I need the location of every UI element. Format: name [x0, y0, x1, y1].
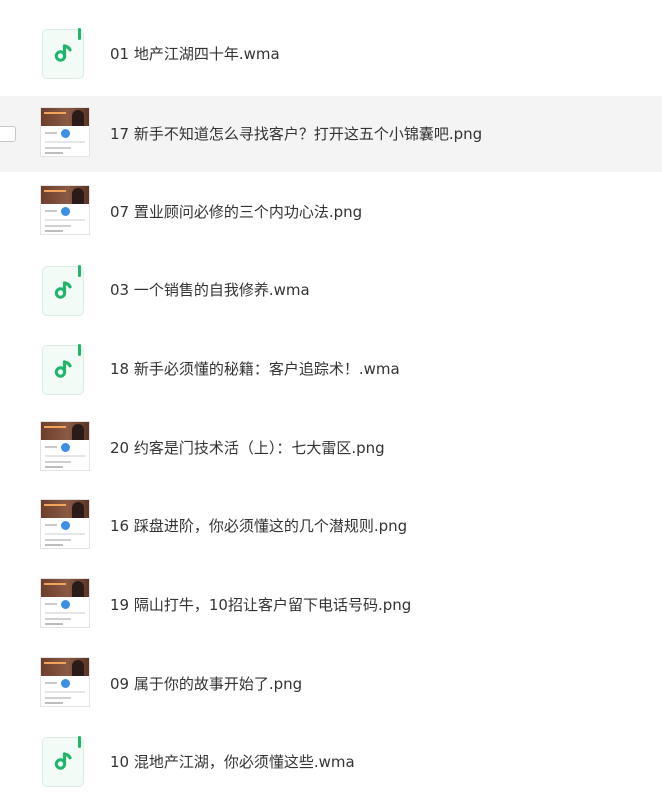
thumbnail-avatar-dot [61, 600, 70, 609]
thumbnail-text-line [45, 455, 85, 457]
audio-file-thumbnail [42, 28, 84, 79]
thumbnail-text-line [45, 524, 57, 526]
file-name[interactable]: 16 踩盘进阶，你必须懂这的几个潜规则.png [110, 488, 407, 564]
thumbnail-text-line [45, 152, 63, 154]
thumbnail-text-line [45, 147, 71, 149]
audio-file-thumbnail [42, 344, 84, 395]
music-note-icon [54, 44, 72, 62]
file-row[interactable]: 20 约客是门技术活（上）：七大雷区.png [0, 410, 662, 486]
file-corner-accent [78, 344, 81, 356]
file-corner-accent [78, 28, 81, 40]
file-row[interactable]: 09 属于你的故事开始了.png [0, 646, 662, 722]
file-name[interactable]: 03 一个销售的自我修养.wma [110, 252, 310, 328]
thumbnail-text-line [45, 219, 85, 221]
thumbnail-title-line [44, 583, 66, 585]
thumbnail-text-line [45, 682, 57, 684]
thumbnail-avatar-dot [61, 521, 70, 530]
thumbnail-text-line [45, 539, 71, 541]
audio-file-thumbnail [42, 265, 84, 316]
image-thumbnail [40, 657, 90, 707]
thumbnail-text-line [45, 691, 85, 693]
music-note-icon [54, 752, 72, 770]
file-name[interactable]: 18 新手必须懂的秘籍：客户追踪术！.wma [110, 331, 400, 407]
thumbnail-title-line [44, 112, 66, 114]
thumbnail-text-line [45, 230, 63, 232]
file-list: 01 地产江湖四十年.wma 17 新手不知道怎么寻找客户？打开这五个小锦囊吧.… [0, 0, 662, 800]
thumbnail-text-line [45, 466, 63, 468]
file-name[interactable]: 19 隔山打牛，10招让客户留下电话号码.png [110, 567, 411, 643]
thumbnail-banner [41, 579, 89, 597]
file-name[interactable]: 09 属于你的故事开始了.png [110, 646, 302, 722]
image-thumbnail [40, 421, 90, 471]
thumbnail-avatar-dot [61, 129, 70, 138]
thumbnail-text-line [45, 702, 63, 704]
file-row[interactable]: 16 踩盘进阶，你必须懂这的几个潜规则.png [0, 488, 662, 564]
thumbnail-banner [41, 186, 89, 204]
thumbnail-text-line [45, 618, 71, 620]
file-row[interactable]: 10 混地产江湖，你必须懂这些.wma [0, 724, 662, 800]
thumbnail-avatar-dot [61, 207, 70, 216]
file-row[interactable]: 03 一个销售的自我修养.wma [0, 252, 662, 328]
file-corner-accent [78, 736, 81, 748]
file-row[interactable]: 01 地产江湖四十年.wma [0, 16, 662, 92]
thumbnail-text-line [45, 141, 85, 143]
thumbnail-text-line [45, 612, 85, 614]
thumbnail-title-line [44, 190, 66, 192]
row-checkbox[interactable] [0, 126, 16, 142]
thumbnail-banner [41, 500, 89, 518]
thumbnail-banner [41, 108, 89, 126]
thumbnail-text-line [45, 210, 57, 212]
thumbnail-text-line [45, 132, 57, 134]
thumbnail-text-line [45, 461, 71, 463]
image-thumbnail [40, 107, 90, 157]
music-note-icon [54, 281, 72, 299]
thumbnail-text-line [45, 603, 57, 605]
file-row[interactable]: 19 隔山打牛，10招让客户留下电话号码.png [0, 567, 662, 643]
image-thumbnail [40, 578, 90, 628]
file-row[interactable]: 07 置业顾问必修的三个内功心法.png [0, 174, 662, 250]
file-name[interactable]: 07 置业顾问必修的三个内功心法.png [110, 174, 362, 250]
thumbnail-text-line [45, 697, 71, 699]
thumbnail-title-line [44, 504, 66, 506]
thumbnail-text-line [45, 544, 63, 546]
thumbnail-avatar-dot [61, 679, 70, 688]
thumbnail-text-line [45, 533, 85, 535]
file-name[interactable]: 20 约客是门技术活（上）：七大雷区.png [110, 410, 385, 486]
file-corner-accent [78, 265, 81, 277]
audio-file-thumbnail [42, 736, 84, 787]
thumbnail-text-line [45, 446, 57, 448]
file-name[interactable]: 17 新手不知道怎么寻找客户？打开这五个小锦囊吧.png [110, 96, 482, 172]
thumbnail-banner [41, 658, 89, 676]
file-row[interactable]: 18 新手必须懂的秘籍：客户追踪术！.wma [0, 331, 662, 407]
thumbnail-title-line [44, 426, 66, 428]
image-thumbnail [40, 499, 90, 549]
file-row-selected[interactable]: 17 新手不知道怎么寻找客户？打开这五个小锦囊吧.png [0, 96, 662, 172]
thumbnail-title-line [44, 662, 66, 664]
thumbnail-avatar-dot [61, 443, 70, 452]
thumbnail-banner [41, 422, 89, 440]
file-name[interactable]: 10 混地产江湖，你必须懂这些.wma [110, 724, 355, 800]
music-note-icon [54, 360, 72, 378]
thumbnail-text-line [45, 623, 63, 625]
file-name[interactable]: 01 地产江湖四十年.wma [110, 16, 280, 92]
image-thumbnail [40, 185, 90, 235]
thumbnail-text-line [45, 225, 71, 227]
